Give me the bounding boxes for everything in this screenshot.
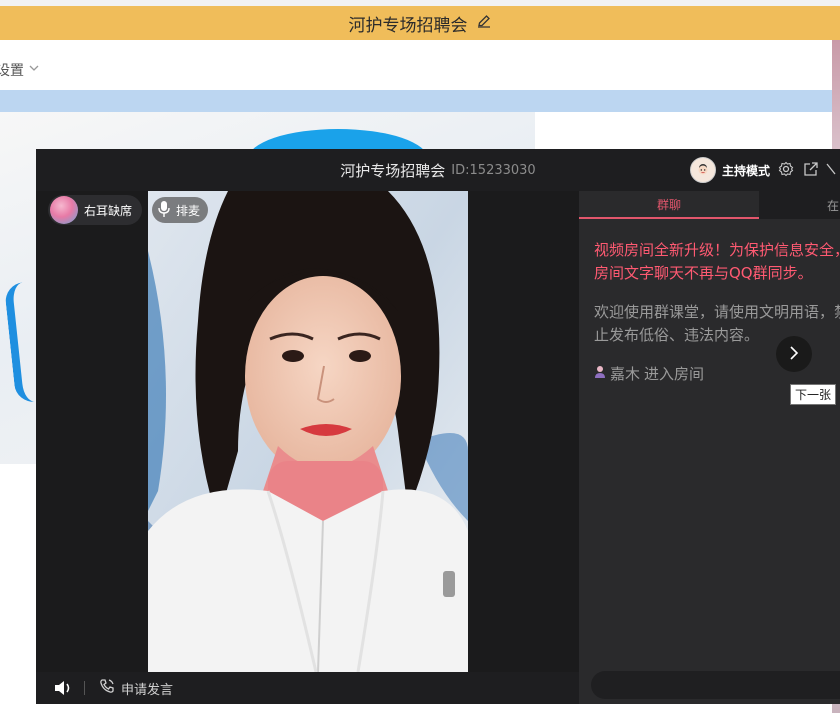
modal-header: 河护专场招聘会 ID:15233030 主持模式 — [36, 149, 840, 191]
chevron-right-icon — [788, 344, 800, 365]
chat-tabs: 群聊 在 — [579, 191, 840, 219]
video-frame — [148, 191, 468, 672]
apply-speak-label: 申请发言 — [121, 682, 174, 698]
enter-room-message: 嘉木 进入房间 — [594, 363, 704, 384]
video-stage: 右耳缺席 排麦 — [36, 191, 579, 672]
tab-group-chat-label: 群聊 — [656, 197, 681, 212]
video-footer: 申请发言 — [36, 672, 579, 704]
apply-speak-button[interactable]: 申请发言 — [99, 678, 173, 698]
chevron-down-icon — [28, 62, 40, 78]
mic-icon — [156, 200, 172, 221]
room-id: ID:15233030 — [451, 162, 536, 178]
host-mode-label: 主持模式 — [722, 163, 771, 178]
volume-icon[interactable] — [50, 675, 76, 701]
user-icon — [594, 365, 606, 383]
host-avatar — [690, 157, 716, 183]
background-blue-bar — [0, 90, 832, 112]
room-title: 河护专场招聘会 — [340, 161, 446, 180]
video-feed: 排麦 — [148, 191, 468, 672]
settings-label: 设置 — [0, 63, 24, 79]
chat-panel: 群聊 在 视频房间全新升级！为保护信息安全，房间文字聊天不再与QQ群同步。 欢迎… — [579, 191, 840, 704]
queue-label: 排麦 — [176, 203, 201, 218]
phone-icon — [99, 678, 115, 698]
enter-action: 进入房间 — [644, 365, 705, 383]
next-button[interactable] — [776, 336, 812, 372]
speaker-name: 右耳缺席 — [84, 203, 133, 218]
next-tooltip: 下一张 — [790, 384, 837, 405]
video-room-window: 河护专场招聘会 ID:15233030 主持模式 右耳缺席 排麦 申请发言 群聊… — [36, 149, 840, 704]
background-title-bar: 河护专场招聘会 — [0, 6, 840, 40]
user-avatar — [50, 196, 78, 224]
popout-icon[interactable] — [802, 160, 820, 178]
enter-user-name: 嘉木 — [610, 365, 641, 383]
edit-icon[interactable] — [476, 13, 492, 34]
host-mode-toggle[interactable]: 主持模式 — [690, 157, 770, 183]
system-message: 视频房间全新升级！为保护信息安全，房间文字聊天不再与QQ群同步。 — [594, 241, 840, 282]
tab-online-label: 在 — [827, 198, 840, 213]
chat-input[interactable] — [591, 671, 840, 699]
tab-group-chat[interactable]: 群聊 — [579, 191, 759, 219]
background-title: 河护专场招聘会 — [348, 15, 468, 36]
settings-icon[interactable] — [777, 160, 795, 178]
background-settings-menu[interactable]: 设置 — [0, 60, 40, 80]
tab-online[interactable]: 在 — [759, 191, 840, 219]
queue-chip[interactable]: 排麦 — [152, 197, 209, 223]
speaker-chip: 右耳缺席 — [48, 195, 143, 225]
close-icon[interactable] — [826, 160, 836, 178]
footer-divider — [84, 681, 85, 695]
